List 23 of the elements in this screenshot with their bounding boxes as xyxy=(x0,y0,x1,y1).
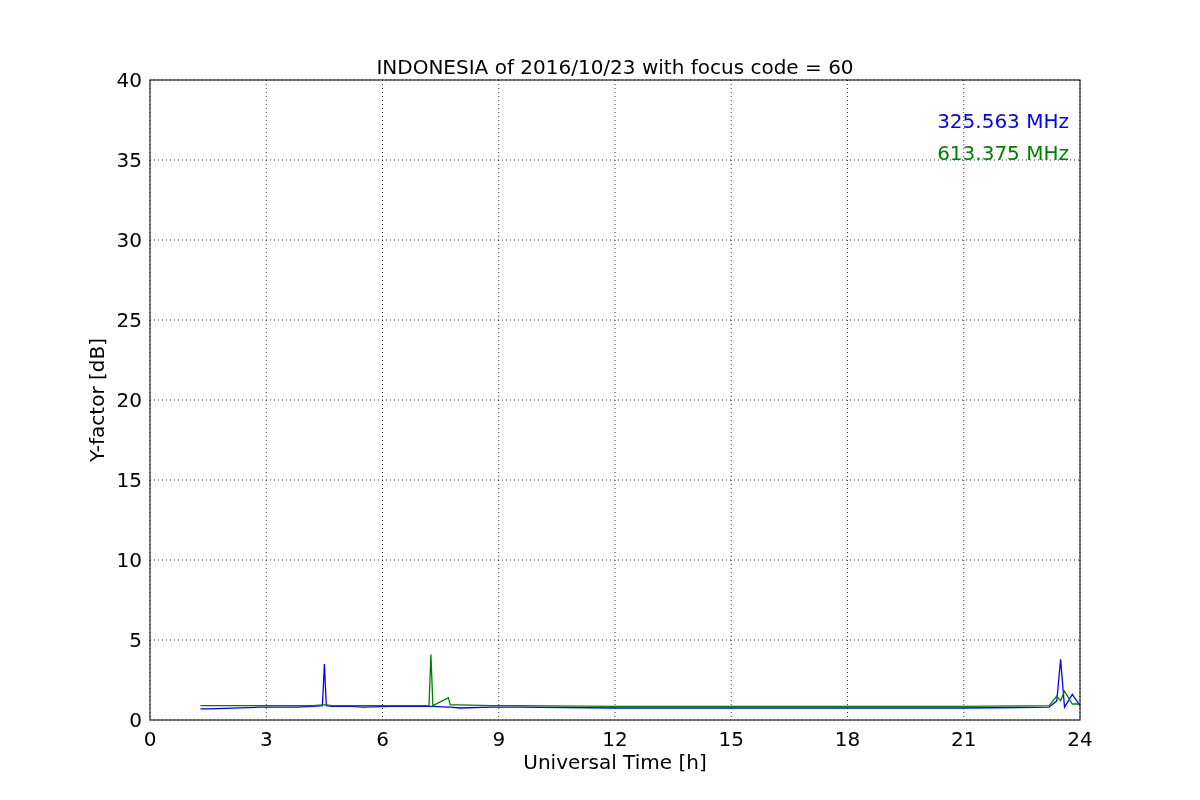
x-tick-label: 15 xyxy=(718,727,744,751)
x-tick-label: 6 xyxy=(376,727,389,751)
x-axis-label: Universal Time [h] xyxy=(523,750,707,774)
y-tick-label: 15 xyxy=(116,468,142,492)
y-tick-label: 25 xyxy=(116,308,142,332)
legend-label: 613.375 MHz xyxy=(937,141,1069,165)
legend-label: 325.563 MHz xyxy=(937,109,1069,133)
x-tick-label: 12 xyxy=(602,727,628,751)
y-tick-label: 40 xyxy=(116,68,142,92)
y-tick-label: 30 xyxy=(116,228,142,252)
y-tick-label: 0 xyxy=(129,708,142,732)
x-tick-label: 18 xyxy=(834,727,861,751)
y-axis-label: Y-factor [dB] xyxy=(85,338,109,462)
y-tick-label: 35 xyxy=(116,148,142,172)
x-tick-label: 24 xyxy=(1067,727,1093,751)
chart-title: INDONESIA of 2016/10/23 with focus code = 60 xyxy=(376,55,854,79)
x-tick-label: 3 xyxy=(259,727,273,751)
x-tick-label: 9 xyxy=(492,727,506,751)
y-tick-label: 10 xyxy=(116,548,142,572)
y-tick-label: 5 xyxy=(129,628,142,652)
y-tick-label: 20 xyxy=(116,388,142,412)
x-tick-label: 21 xyxy=(951,727,977,751)
x-tick-label: 0 xyxy=(143,727,157,751)
